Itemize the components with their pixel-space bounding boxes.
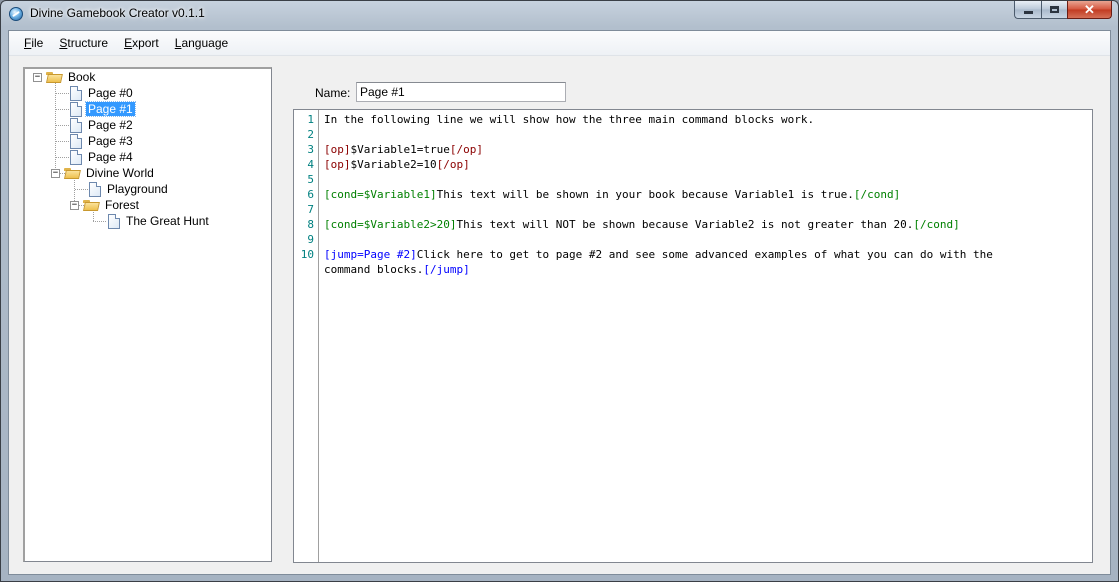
- code-line-8: [cond=$Variable2>20]This text will NOT b…: [324, 217, 960, 232]
- jump-content: command blocks.: [324, 263, 424, 276]
- name-label: Name:: [315, 86, 351, 100]
- op-content: $Variable1=true: [350, 143, 450, 156]
- tree-label-page[interactable]: Page #2: [86, 118, 135, 132]
- menu-structure[interactable]: Structure: [51, 36, 116, 50]
- tree-label-page-selected[interactable]: Page #1: [85, 101, 136, 117]
- minimize-button[interactable]: [1014, 1, 1041, 19]
- folder-open-icon: [64, 167, 80, 179]
- line-number: 9: [307, 233, 314, 246]
- tree-label-book[interactable]: Book: [66, 70, 97, 84]
- page-icon: [70, 117, 82, 133]
- jump-content: Click here to get to page #2 and see som…: [416, 248, 993, 261]
- cond-content: This text will be shown in your book bec…: [436, 188, 854, 201]
- menu-export[interactable]: Export: [116, 36, 167, 50]
- tree-node-divine-world[interactable]: − Divine World: [51, 165, 156, 181]
- op-close-tag: [/op]: [436, 158, 470, 171]
- close-button[interactable]: ✕: [1067, 1, 1112, 19]
- tree-node-page-4[interactable]: Page #4: [70, 149, 135, 165]
- line-number: 6: [307, 188, 314, 201]
- collapse-icon[interactable]: −: [33, 72, 42, 82]
- page-content-editor[interactable]: 1 2 3 4 5 6 7 8 9 10 In the following li…: [293, 109, 1093, 563]
- menu-file[interactable]: File: [9, 36, 51, 50]
- cond-close-tag: [/cond]: [853, 188, 901, 201]
- line-number-gutter: 1 2 3 4 5 6 7 8 9 10: [294, 110, 319, 562]
- op-close-tag: [/op]: [449, 143, 483, 156]
- line-number: 7: [307, 203, 314, 216]
- code-line-6: [cond=$Variable1]This text will be shown…: [324, 187, 900, 202]
- op-content: $Variable2=10: [350, 158, 437, 171]
- page-name-input[interactable]: [356, 82, 566, 102]
- page-icon: [70, 85, 82, 101]
- tree-node-forest[interactable]: − Forest: [70, 197, 141, 213]
- tree-node-the-great-hunt[interactable]: The Great Hunt: [108, 213, 211, 229]
- code-line-3: [op]$Variable1=true[/op]: [324, 142, 483, 157]
- line-number: 4: [307, 158, 314, 171]
- page-icon: [70, 101, 82, 117]
- client-area: File Structure Export Language − Book Pa…: [8, 30, 1111, 575]
- line-number: 1: [307, 113, 314, 126]
- cond-open-tag: [cond=$Variable2>20]: [324, 218, 457, 231]
- tree-label-page[interactable]: Page #3: [86, 134, 135, 148]
- line-number: 2: [307, 128, 314, 141]
- maximize-icon: [1050, 6, 1059, 13]
- tree-node-page-0[interactable]: Page #0: [70, 85, 135, 101]
- maximize-button[interactable]: [1041, 1, 1067, 19]
- tree-label-page[interactable]: Playground: [105, 182, 170, 196]
- line-number: 3: [307, 143, 314, 156]
- app-logo-icon[interactable]: [9, 7, 23, 21]
- page-icon: [70, 133, 82, 149]
- page-icon: [89, 181, 101, 197]
- line-number: 8: [307, 218, 314, 231]
- window-title: Divine Gamebook Creator v0.1.1: [30, 6, 205, 20]
- tree-label-page[interactable]: The Great Hunt: [124, 214, 211, 228]
- page-icon: [108, 213, 120, 229]
- title-bar[interactable]: Divine Gamebook Creator v0.1.1 ✕: [1, 1, 1118, 27]
- app-window: Divine Gamebook Creator v0.1.1 ✕ File St…: [0, 0, 1119, 582]
- tree-node-page-2[interactable]: Page #2: [70, 117, 135, 133]
- collapse-icon[interactable]: −: [70, 200, 79, 210]
- code-line-10-wrapped: command blocks.[/jump]: [324, 262, 470, 277]
- menu-language[interactable]: Language: [167, 36, 236, 50]
- code-line-4: [op]$Variable2=10[/op]: [324, 157, 470, 172]
- tree-node-page-1[interactable]: Page #1: [70, 101, 136, 117]
- op-open-tag: [op]: [324, 158, 351, 171]
- folder-open-icon: [46, 71, 62, 83]
- tree-node-page-3[interactable]: Page #3: [70, 133, 135, 149]
- cond-close-tag: [/cond]: [913, 218, 960, 231]
- page-icon: [70, 149, 82, 165]
- structure-tree[interactable]: − Book Page #0 Page #1 Page #2 Page #3 P…: [23, 67, 272, 562]
- tree-label-page[interactable]: Page #0: [86, 86, 135, 100]
- code-line-1: In the following line we will show how t…: [324, 113, 815, 126]
- jump-open-tag: [jump=Page #2]: [324, 248, 417, 261]
- op-open-tag: [op]: [324, 143, 351, 156]
- tree-label-page[interactable]: Page #4: [86, 150, 135, 164]
- folder-open-icon: [83, 199, 99, 211]
- cond-content: This text will NOT be shown because Vari…: [456, 218, 914, 231]
- minimize-icon: [1023, 11, 1033, 14]
- close-icon: ✕: [1084, 1, 1095, 17]
- tree-label-folder[interactable]: Forest: [103, 198, 141, 212]
- line-number: 5: [307, 173, 314, 186]
- tree-node-book[interactable]: − Book: [33, 69, 97, 85]
- line-number: 10: [300, 248, 314, 261]
- jump-close-tag: [/jump]: [423, 263, 470, 276]
- menu-bar: File Structure Export Language: [9, 31, 1110, 56]
- cond-open-tag: [cond=$Variable1]: [324, 188, 437, 201]
- tree-node-playground[interactable]: Playground: [89, 181, 170, 197]
- code-line-10: [jump=Page #2]Click here to get to page …: [324, 247, 993, 262]
- collapse-icon[interactable]: −: [51, 168, 60, 178]
- tree-label-folder[interactable]: Divine World: [84, 166, 156, 180]
- caption-buttons: ✕: [1014, 1, 1112, 20]
